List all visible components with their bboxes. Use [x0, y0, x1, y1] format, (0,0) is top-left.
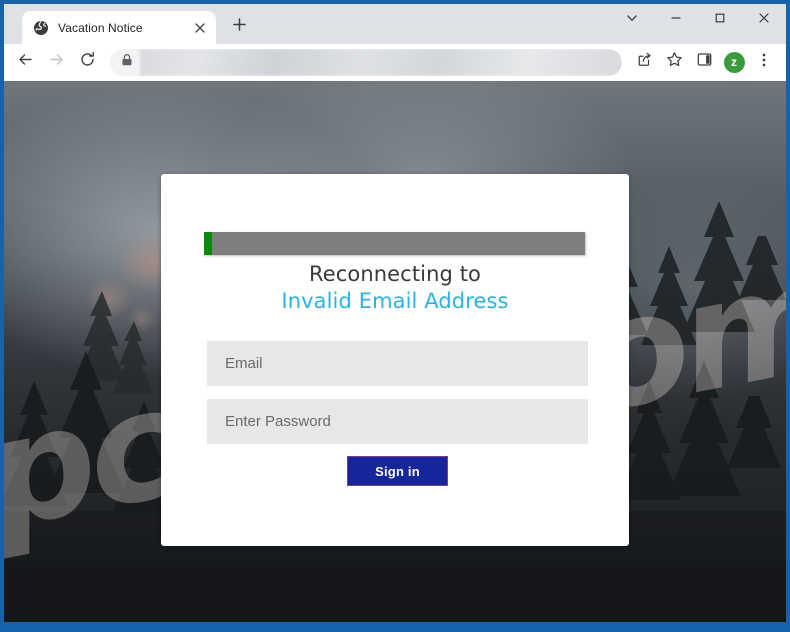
maximize-button[interactable]: [698, 4, 742, 36]
back-arrow-icon: [17, 51, 34, 73]
star-icon: [666, 51, 683, 73]
side-panel-button[interactable]: [690, 48, 718, 76]
lock-icon[interactable]: [119, 52, 135, 73]
invalid-email-subheading: Invalid Email Address: [281, 289, 509, 313]
new-tab-button[interactable]: [225, 13, 253, 41]
browser-tab[interactable]: Vacation Notice: [22, 11, 216, 44]
browser-window: Vacation Notice z pc Reconnecting to Inv…: [4, 4, 786, 627]
window-bottom-strip: [4, 622, 786, 627]
window-close-button[interactable]: [742, 4, 786, 36]
tab-search-button[interactable]: [610, 4, 654, 36]
three-dot-menu-icon: [756, 52, 772, 73]
close-icon: [758, 11, 770, 29]
share-icon: [636, 51, 653, 73]
login-card: Reconnecting to Invalid Email Address Si…: [161, 174, 629, 546]
share-button[interactable]: [630, 48, 658, 76]
profile-button[interactable]: z: [720, 48, 748, 76]
browser-menu-button[interactable]: [750, 48, 778, 76]
plus-icon: [232, 18, 246, 36]
progress-bar: [204, 232, 585, 255]
side-panel-icon: [696, 51, 713, 73]
minimize-button[interactable]: [654, 4, 698, 36]
page-viewport: pcrisk.com Reconnecting to Invalid Email…: [4, 81, 786, 627]
tab-close-icon[interactable]: [192, 20, 208, 36]
browser-toolbar: z: [4, 44, 786, 81]
bookmark-button[interactable]: [660, 48, 688, 76]
window-frame: Vacation Notice z pc Reconnecting to Inv…: [0, 0, 790, 632]
tab-title: Vacation Notice: [58, 20, 143, 35]
password-input[interactable]: [207, 399, 588, 444]
chevron-down-icon: [626, 11, 638, 29]
back-button[interactable]: [10, 47, 40, 77]
reconnecting-heading: Reconnecting to: [308, 262, 481, 286]
address-bar-url[interactable]: [140, 48, 622, 76]
globe-icon: [33, 20, 49, 36]
address-bar[interactable]: [110, 48, 622, 76]
tab-strip: Vacation Notice: [4, 4, 786, 44]
progress-bar-fill: [204, 232, 212, 255]
sign-in-button[interactable]: Sign in: [347, 456, 448, 486]
reload-icon: [79, 51, 96, 73]
reload-button[interactable]: [72, 47, 102, 77]
maximize-icon: [714, 11, 726, 29]
avatar: z: [723, 51, 745, 73]
titlebar-controls: [610, 4, 786, 36]
forward-arrow-icon: [48, 51, 65, 73]
minimize-icon: [670, 11, 682, 29]
email-input[interactable]: [207, 341, 588, 386]
forward-button[interactable]: [41, 47, 71, 77]
